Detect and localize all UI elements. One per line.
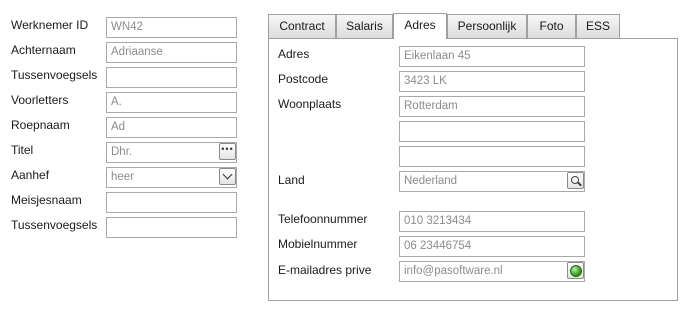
- title-browse-button[interactable]: •••: [219, 143, 236, 160]
- title-field[interactable]: Dhr.: [106, 142, 237, 163]
- address-label: Adres: [278, 47, 310, 61]
- email-field[interactable]: info@pasoftware.nl: [399, 261, 585, 282]
- mobile-label: Mobielnummer: [278, 237, 358, 251]
- salutation-select: heer: [106, 167, 237, 188]
- address-extra-line-2[interactable]: [399, 146, 585, 167]
- tab-persoonlijk[interactable]: Persoonlijk: [447, 14, 527, 38]
- tab-ess[interactable]: ESS: [576, 14, 620, 38]
- email-send-button[interactable]: [567, 262, 584, 279]
- last-name-field[interactable]: Adriaanse: [106, 42, 237, 63]
- title-label: Titel: [11, 143, 34, 157]
- tab-contract[interactable]: Contract: [268, 14, 336, 38]
- salutation-label: Aanhef: [11, 168, 50, 182]
- maiden-infix-label: Tussenvoegsels: [11, 218, 98, 232]
- first-name-field[interactable]: Ad: [106, 117, 237, 138]
- address-field[interactable]: Eikenlaan 45: [399, 46, 585, 67]
- country-field[interactable]: Nederland: [399, 171, 585, 192]
- maiden-name-label: Meisjesnaam: [11, 193, 82, 207]
- first-name-label: Roepnaam: [11, 118, 70, 132]
- maiden-name-field[interactable]: [106, 192, 237, 213]
- postcode-label: Postcode: [278, 72, 329, 86]
- address-extra-line-1[interactable]: [399, 121, 585, 142]
- initials-label: Voorletters: [11, 93, 69, 107]
- infix-label: Tussenvoegsels: [11, 68, 98, 82]
- search-icon: [570, 175, 582, 187]
- tab-salaris[interactable]: Salaris: [336, 14, 393, 38]
- email-input-group: info@pasoftware.nl: [399, 261, 585, 282]
- chevron-down-icon: [222, 169, 233, 180]
- maiden-infix-field[interactable]: [106, 217, 237, 238]
- employee-id-label: Werknemer ID: [11, 18, 89, 32]
- salutation-field[interactable]: heer: [106, 167, 237, 188]
- salutation-dropdown-button[interactable]: [219, 168, 236, 185]
- ellipsis-icon: •••: [221, 144, 234, 154]
- country-label: Land: [278, 173, 305, 187]
- tab-adres[interactable]: Adres: [393, 13, 447, 39]
- city-label: Woonplaats: [278, 97, 342, 111]
- phone-field[interactable]: 010 3213434: [399, 211, 585, 232]
- employee-id-field[interactable]: WN42: [106, 17, 237, 38]
- phone-label: Telefoonnummer: [278, 212, 368, 226]
- city-field[interactable]: Rotterdam: [399, 96, 585, 117]
- mobile-field[interactable]: 06 23446754: [399, 236, 585, 257]
- tab-foto[interactable]: Foto: [527, 14, 576, 38]
- country-picker: Nederland: [399, 171, 585, 192]
- email-label: E-mailadres prive: [278, 263, 372, 277]
- adres-tab-panel: Adres Eikenlaan 45 Postcode 3423 LK Woon…: [268, 38, 678, 301]
- initials-field[interactable]: A.: [106, 92, 237, 113]
- last-name-label: Achternaam: [11, 43, 76, 57]
- green-status-orb-icon: [569, 264, 582, 277]
- infix-field[interactable]: [106, 67, 237, 88]
- title-picker: Dhr. •••: [106, 142, 237, 163]
- postcode-field[interactable]: 3423 LK: [399, 71, 585, 92]
- country-search-button[interactable]: [567, 172, 584, 189]
